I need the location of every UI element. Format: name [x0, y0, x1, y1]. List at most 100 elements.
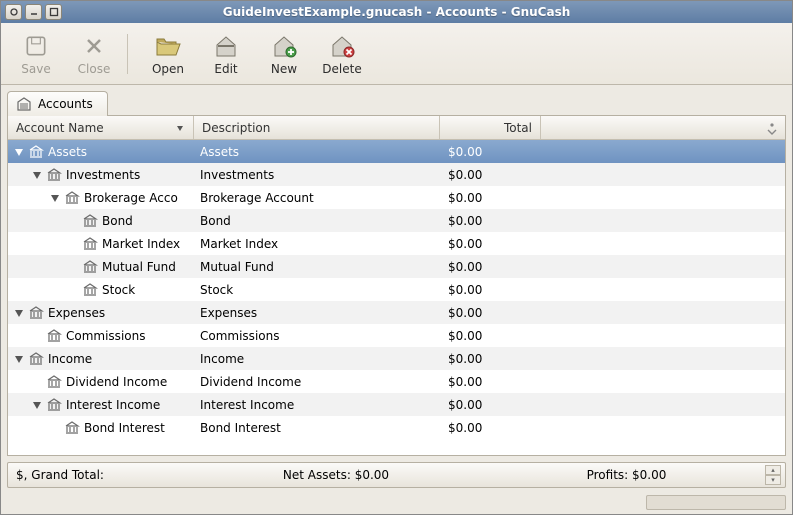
account-row[interactable]: Mutual FundMutual Fund$0.00 [8, 255, 785, 278]
account-name: Interest Income [66, 398, 160, 412]
close-tab-button: Close [65, 27, 123, 81]
account-total: $0.00 [440, 329, 541, 343]
column-configure[interactable] [541, 116, 785, 139]
account-icon [82, 236, 98, 252]
tab-label: Accounts [38, 97, 93, 111]
account-row[interactable]: Dividend IncomeDividend Income$0.00 [8, 370, 785, 393]
account-description: Bond [194, 214, 440, 228]
account-row[interactable]: CommissionsCommissions$0.00 [8, 324, 785, 347]
account-icon [82, 213, 98, 229]
account-description: Bond Interest [194, 421, 440, 435]
tree-expander [30, 329, 44, 343]
account-description: Commissions [194, 329, 440, 343]
account-description: Investments [194, 168, 440, 182]
gnucash-window: GuideInvestExample.gnucash - Accounts - … [0, 0, 793, 515]
account-total: $0.00 [440, 375, 541, 389]
account-total: $0.00 [440, 398, 541, 412]
tree-expander[interactable] [30, 168, 44, 182]
minimize-button[interactable] [25, 4, 42, 20]
account-description: Income [194, 352, 440, 366]
accounts-tree-panel: Account Name Description Total Assets Ass… [7, 115, 786, 456]
tree-expander[interactable] [30, 398, 44, 412]
spinner-down[interactable]: ▾ [765, 475, 781, 485]
tree-expander[interactable] [12, 352, 26, 366]
tree-expander [66, 214, 80, 228]
account-name: Bond Interest [84, 421, 165, 435]
toolbar-separator [127, 34, 135, 74]
delete-button[interactable]: Delete [313, 27, 371, 81]
tree-expander [48, 421, 62, 435]
account-row[interactable]: Bond InterestBond Interest$0.00 [8, 416, 785, 439]
column-desc-label: Description [202, 121, 270, 135]
column-name-label: Account Name [16, 121, 104, 135]
account-name: Bond [102, 214, 133, 228]
account-description: Brokerage Account [194, 191, 440, 205]
account-row[interactable]: StockStock$0.00 [8, 278, 785, 301]
account-row[interactable]: Brokerage Acco Brokerage Account$0.00 [8, 186, 785, 209]
account-icon [82, 259, 98, 275]
account-name: Stock [102, 283, 135, 297]
net-assets-label: Net Assets: $0.00 [236, 468, 436, 482]
account-row[interactable]: InvestmentsInvestments$0.00 [8, 163, 785, 186]
account-total: $0.00 [440, 237, 541, 251]
account-total: $0.00 [440, 283, 541, 297]
column-header-description[interactable]: Description [194, 116, 440, 139]
open-label: Open [152, 62, 184, 76]
account-name: Market Index [102, 237, 180, 251]
accounts-rows[interactable]: AssetsAssets$0.00InvestmentsInvestments$… [8, 140, 785, 455]
tab-accounts[interactable]: Accounts [7, 91, 108, 116]
tree-expander [66, 237, 80, 251]
account-row[interactable]: ExpensesExpenses$0.00 [8, 301, 785, 324]
accounts-tab-icon [16, 96, 32, 112]
account-icon [46, 328, 62, 344]
summary-spinner[interactable]: ▴ ▾ [765, 465, 781, 485]
close-label: Close [78, 62, 111, 76]
column-header-name[interactable]: Account Name [8, 116, 194, 139]
title-bar[interactable]: GuideInvestExample.gnucash - Accounts - … [1, 1, 792, 23]
tab-strip: Accounts [1, 85, 792, 115]
toolbar: Save Close Open Edit New Delete [1, 23, 792, 85]
status-bar [1, 490, 792, 514]
save-icon [21, 32, 51, 60]
account-name: Dividend Income [66, 375, 167, 389]
account-name: Assets [48, 145, 87, 159]
edit-button[interactable]: Edit [197, 27, 255, 81]
open-button[interactable]: Open [139, 27, 197, 81]
close-icon [79, 32, 109, 60]
account-total: $0.00 [440, 191, 541, 205]
tree-expander [66, 283, 80, 297]
tree-expander[interactable] [12, 145, 26, 159]
account-row[interactable]: Interest IncomeInterest Income$0.00 [8, 393, 785, 416]
window-menu-button[interactable] [5, 4, 22, 20]
new-button[interactable]: New [255, 27, 313, 81]
maximize-button[interactable] [45, 4, 62, 20]
account-row[interactable]: AssetsAssets$0.00 [8, 140, 785, 163]
account-row[interactable]: BondBond$0.00 [8, 209, 785, 232]
progress-well [646, 495, 786, 510]
profits-label: Profits: $0.00 [476, 468, 777, 482]
delete-icon [327, 32, 357, 60]
account-name: Investments [66, 168, 140, 182]
column-header-total[interactable]: Total [440, 116, 541, 139]
account-icon [46, 397, 62, 413]
grand-total-label: $, Grand Total: [16, 468, 196, 482]
summary-bar[interactable]: $, Grand Total: Net Assets: $0.00 Profit… [7, 462, 786, 488]
account-icon [64, 420, 80, 436]
account-total: $0.00 [440, 352, 541, 366]
tree-expander[interactable] [48, 191, 62, 205]
account-name: Brokerage Acco [84, 191, 178, 205]
account-row[interactable]: Market IndexMarket Index$0.00 [8, 232, 785, 255]
spinner-up[interactable]: ▴ [765, 465, 781, 475]
account-description: Assets [194, 145, 440, 159]
account-icon [46, 374, 62, 390]
account-row[interactable]: IncomeIncome$0.00 [8, 347, 785, 370]
open-icon [153, 32, 183, 60]
account-name: Commissions [66, 329, 145, 343]
new-icon [269, 32, 299, 60]
column-total-label: Total [504, 121, 532, 135]
account-name: Income [48, 352, 92, 366]
column-header-row: Account Name Description Total [8, 116, 785, 140]
account-icon [28, 144, 44, 160]
tree-expander[interactable] [12, 306, 26, 320]
save-button: Save [7, 27, 65, 81]
